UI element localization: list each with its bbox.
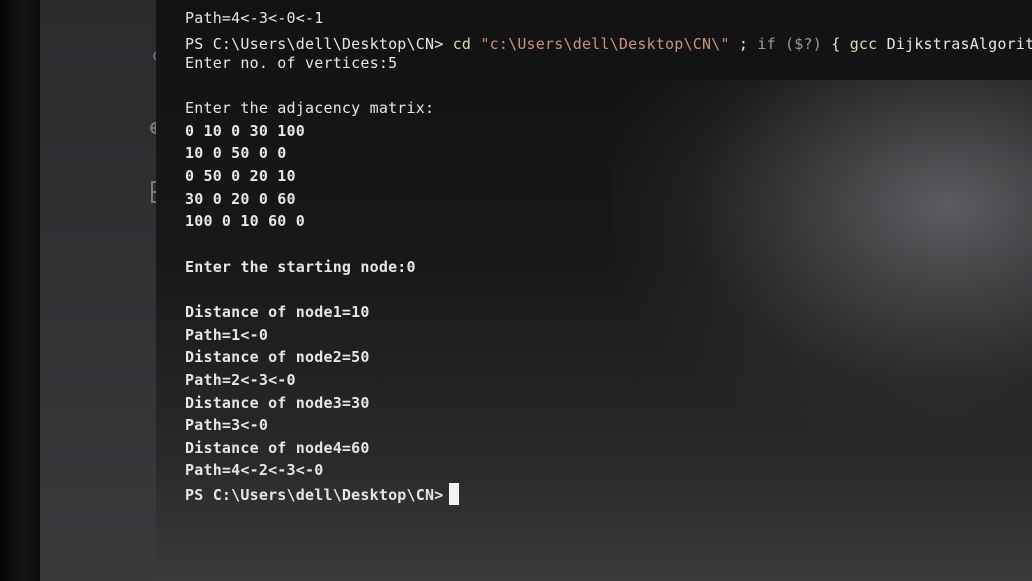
matrix-row: 30 0 20 0 60 xyxy=(185,190,296,208)
activity-bar xyxy=(40,0,180,581)
matrix-row: 100 0 10 60 0 xyxy=(185,212,305,230)
final-prompt-line[interactable]: PS C:\Users\dell\Desktop\CN> xyxy=(185,483,460,505)
result-line: Distance of node2=50 xyxy=(185,348,370,366)
vertices-prompt: Enter no. of vertices:5 xyxy=(185,54,398,72)
result-line: Distance of node4=60 xyxy=(185,439,370,457)
result-line: Path=1<-0 xyxy=(185,326,269,344)
result-line: Distance of node3=30 xyxy=(185,394,370,412)
if-keyword: if xyxy=(757,35,776,53)
gcc-command: gcc xyxy=(849,35,878,53)
terminal-line-prev-path: Path=4<-3<-0<-1 xyxy=(185,9,324,27)
source-file-name: DijkstrasAlgorithm.c xyxy=(886,35,1032,53)
screen-glare xyxy=(612,80,1032,440)
matrix-row: 0 10 0 30 100 xyxy=(185,122,305,140)
open-brace: { xyxy=(831,35,841,53)
terminal-panel[interactable]: Path=4<-3<-0<-1 PS C:\Users\dell\Desktop… xyxy=(156,0,1032,581)
result-line: Path=2<-3<-0 xyxy=(185,371,296,389)
cd-command: cd xyxy=(452,35,472,53)
command-separator: ; xyxy=(738,35,749,53)
terminal-line-command: PS C:\Users\dell\Desktop\CN> cd "c:\User… xyxy=(185,34,1032,54)
result-line: Path=3<-0 xyxy=(185,416,269,434)
start-node-prompt: Enter the starting node:0 xyxy=(185,258,416,276)
matrix-row: 0 50 0 20 10 xyxy=(185,167,296,185)
adjacency-prompt: Enter the adjacency matrix: xyxy=(185,99,435,117)
terminal-cursor xyxy=(449,483,460,505)
laptop-bezel xyxy=(0,0,40,581)
cd-path-string: "c:\Users\dell\Desktop\CN\" xyxy=(480,35,730,53)
result-line: Path=4<-2<-3<-0 xyxy=(185,461,324,479)
matrix-row: 10 0 50 0 0 xyxy=(185,144,287,162)
final-prompt: PS C:\Users\dell\Desktop\CN> xyxy=(185,486,444,504)
prompt-text: PS C:\Users\dell\Desktop\CN> xyxy=(185,35,444,53)
result-line: Distance of node1=10 xyxy=(185,303,370,321)
if-condition: ($?) xyxy=(785,35,822,53)
